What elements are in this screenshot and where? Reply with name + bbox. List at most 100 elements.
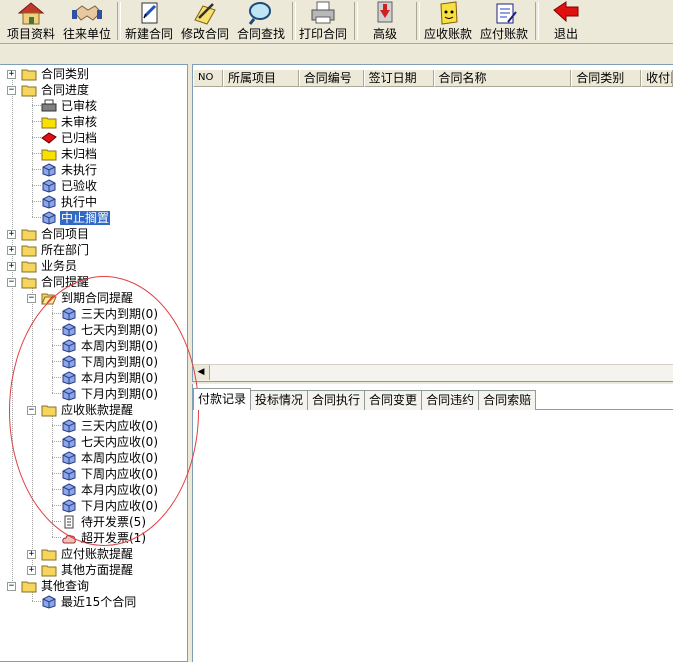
tree-item-department[interactable]: + 所在部门 [7,242,90,258]
tree-item-category[interactable]: + 合同类别 [7,66,90,82]
project-info-button[interactable]: 项目资料 [4,0,58,42]
tree-item-recv-next-month[interactable]: 下月内应收(0) [61,498,159,514]
tree-item-receivable-reminder[interactable]: − 应收账款提醒 [27,402,134,418]
tree-item-due-this-month[interactable]: 本月内到期(0) [61,370,159,386]
exit-arrow-icon [553,1,579,23]
expand-toggle[interactable]: + [27,565,36,575]
tab-execution[interactable]: 合同执行 [307,390,366,410]
collapse-toggle[interactable]: − [7,277,16,287]
tab-claims[interactable]: 合同索赔 [478,390,537,410]
tree-item-progress[interactable]: − 合同进度 [7,82,90,98]
tree-panel[interactable]: + 合同类别 − 合同进度 已审核 未审核 已归档 未归档 未执行 已验收 执行… [0,64,188,662]
new-document-icon [141,2,158,24]
find-contract-button[interactable]: 合同查找 [233,0,289,42]
cube-icon [42,163,56,177]
tree-item-invoice-over[interactable]: 超开发票(1) [61,530,147,546]
folder-icon [41,549,57,561]
tree-item-due-this-week[interactable]: 本周内到期(0) [61,338,159,354]
tree-item-due-next-month[interactable]: 下月内到期(0) [61,386,159,402]
folder-icon [21,229,37,241]
tree-item-payable-reminder[interactable]: + 应付账款提醒 [27,546,134,562]
tree-item-due-3days[interactable]: 三天内到期(0) [61,306,159,322]
tree-item-executing[interactable]: 执行中 [41,194,98,210]
column-header-payment-ratio[interactable]: 收付比 [641,70,673,87]
tab-breach[interactable]: 合同违约 [421,390,480,410]
tree-item-other-query[interactable]: − 其他查询 [7,578,90,594]
collapse-toggle[interactable]: − [27,293,36,303]
receivable-note-icon [440,1,458,25]
partner-button[interactable]: 往来单位 [60,0,114,42]
magnifier-icon [248,2,271,25]
tree-item-salesman[interactable]: + 业务员 [7,258,78,274]
detail-tabs-panel: 付款记录 投标情况 合同执行 合同变更 合同违约 合同索赔 [192,384,673,662]
tree-item-due-next-week[interactable]: 下周内到期(0) [61,354,159,370]
scroll-left-icon[interactable]: ◀ [193,365,210,380]
expand-toggle[interactable]: + [7,261,16,271]
tree-item-recent-15[interactable]: 最近15个合同 [41,594,137,610]
tree-item-audited[interactable]: 已审核 [41,98,98,114]
cube-icon [42,195,56,209]
cube-icon [62,307,76,321]
collapse-toggle[interactable]: − [7,85,16,95]
column-header-contract-no[interactable]: 合同编号 [298,70,364,87]
folder-icon [21,69,37,81]
folder-icon [41,565,57,577]
collapse-toggle[interactable]: − [7,581,16,591]
column-header-sign-date[interactable]: 签订日期 [363,70,434,87]
folder-icon [21,261,37,273]
horizontal-scrollbar[interactable]: ◀ [193,364,673,381]
edit-contract-button[interactable]: 修改合同 [177,0,233,42]
expand-toggle[interactable]: + [7,245,16,255]
cube-icon [62,419,76,433]
tree-item-unarchived[interactable]: 未归档 [41,146,98,162]
download-arrow-icon [377,1,393,23]
tree-item-recv-3days[interactable]: 三天内应收(0) [61,418,159,434]
tree-item-recv-7days[interactable]: 七天内应收(0) [61,434,159,450]
cube-icon [42,179,56,193]
cube-icon [62,323,76,337]
invoice-icon [64,515,74,529]
cube-icon [62,387,76,401]
exit-button[interactable]: 退出 [544,0,588,42]
column-header-contract-name[interactable]: 合同名称 [433,70,572,87]
expand-toggle[interactable]: + [27,549,36,559]
contract-list[interactable]: NO 所属项目 合同编号 签订日期 合同名称 合同类别 收付比 ◀ [192,64,673,382]
tree-item-recv-this-month[interactable]: 本月内应收(0) [61,482,159,498]
tree-item-accepted[interactable]: 已验收 [41,178,98,194]
tree-item-unaudited[interactable]: 未审核 [41,114,98,130]
receivable-button[interactable]: 应收账款 [420,0,476,42]
expand-toggle[interactable]: + [7,229,16,239]
print-contract-button[interactable]: 打印合同 [295,0,351,42]
tree-item-other-reminder[interactable]: + 其他方面提醒 [27,562,134,578]
advanced-button[interactable]: 高级 [362,0,408,42]
tab-changes[interactable]: 合同变更 [364,390,423,410]
tree-item-suspended[interactable]: 中止搁置 [41,210,111,226]
cube-icon [62,339,76,353]
tree-item-due-7days[interactable]: 七天内到期(0) [61,322,159,338]
tree-item-project[interactable]: + 合同项目 [7,226,90,242]
tree-item-invoice-pending[interactable]: 待开发票(5) [61,514,147,530]
cloud-icon [62,534,76,544]
red-book-icon [41,132,57,144]
tree-item-not-executed[interactable]: 未执行 [41,162,98,178]
column-header-contract-type[interactable]: 合同类别 [571,70,642,87]
tree-item-recv-next-week[interactable]: 下周内应收(0) [61,466,159,482]
tree-item-recv-this-week[interactable]: 本周内应收(0) [61,450,159,466]
payable-button[interactable]: 应付账款 [476,0,532,42]
column-header-project[interactable]: 所属项目 [222,70,299,87]
tab-bar: 付款记录 投标情况 合同执行 合同变更 合同违约 合同索赔 [193,388,537,410]
new-contract-button[interactable]: 新建合同 [121,0,177,42]
cube-icon [42,595,56,609]
tab-bidding[interactable]: 投标情况 [250,390,309,410]
folder-icon [21,245,37,257]
collapse-toggle[interactable]: − [27,405,36,415]
tree-item-archived[interactable]: 已归档 [41,130,98,146]
cube-icon [62,355,76,369]
expand-toggle[interactable]: + [7,69,16,79]
tree-item-reminder[interactable]: − 合同提醒 [7,274,90,290]
tree-item-due-reminder[interactable]: − 到期合同提醒 [27,290,134,306]
list-header: NO 所属项目 合同编号 签订日期 合同名称 合同类别 收付比 [193,70,673,87]
cube-icon [62,483,76,497]
tab-payment-records[interactable]: 付款记录 [193,388,252,410]
column-header-no[interactable]: NO [193,70,223,87]
